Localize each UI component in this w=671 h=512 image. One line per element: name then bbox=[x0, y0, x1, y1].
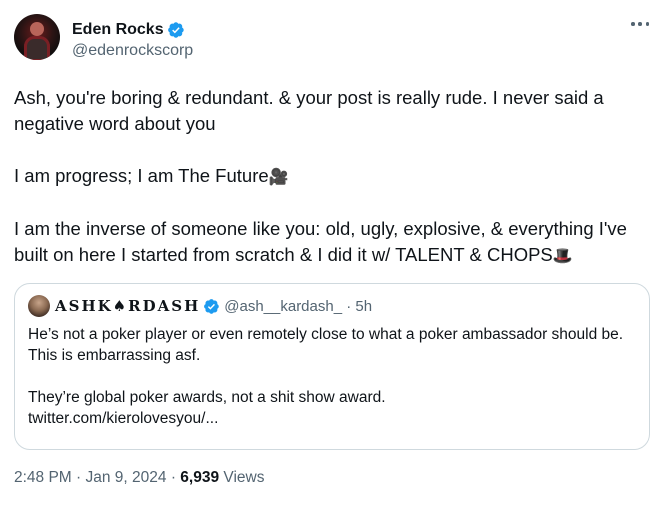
verified-badge-icon bbox=[204, 298, 220, 314]
more-dots-icon[interactable] bbox=[631, 22, 649, 28]
movie-camera-icon: 🎥 bbox=[268, 167, 289, 186]
author-handle[interactable]: @edenrockscorp bbox=[72, 42, 193, 60]
quoted-tweet-header: ASHK♠RDASH @ash__kardash_ · 5h bbox=[28, 295, 636, 317]
tweet-paragraph-3-text: I am the inverse of someone like you: ol… bbox=[14, 218, 627, 265]
tweet-text: Ash, you're boring & redundant. & your p… bbox=[14, 85, 655, 269]
tweet-paragraph-2-text: I am progress; I am The Future bbox=[14, 165, 269, 186]
tweet-paragraph-1: Ash, you're boring & redundant. & your p… bbox=[14, 87, 604, 134]
author-identity: Eden Rocks @edenrockscorp bbox=[72, 19, 193, 60]
quoted-tweet-text: He’s not a poker player or even remotely… bbox=[28, 324, 636, 429]
author-name-row: Eden Rocks bbox=[72, 19, 193, 41]
tweet-paragraph-2: I am progress; I am The Future🎥 bbox=[14, 163, 645, 190]
quoted-tweet[interactable]: ASHK♠RDASH @ash__kardash_ · 5h He’s not … bbox=[14, 283, 650, 450]
views-count: 6,939 bbox=[180, 469, 220, 486]
verified-badge-icon bbox=[167, 22, 184, 38]
dot-icon bbox=[631, 22, 635, 26]
quoted-tweet-link[interactable]: twitter.com/kierolovesyou/... bbox=[28, 408, 636, 429]
author-name[interactable]: Eden Rocks bbox=[72, 21, 164, 39]
tweet-header: Eden Rocks @edenrockscorp bbox=[14, 14, 655, 66]
author-avatar[interactable] bbox=[14, 14, 60, 60]
dot-icon bbox=[638, 22, 642, 26]
tweet-meta: 2:48 PM · Jan 9, 2024 · 6,939 Views bbox=[14, 469, 655, 487]
top-hat-icon: 🎩 bbox=[552, 246, 573, 265]
tweet-paragraph-3: I am the inverse of someone like you: ol… bbox=[14, 216, 645, 269]
quoted-author-handle-time: @ash__kardash_ · 5h bbox=[224, 297, 373, 315]
tweet: Eden Rocks @edenrockscorp Ash, you're bo… bbox=[0, 0, 671, 512]
views-label: Views bbox=[219, 469, 265, 486]
tweet-timestamp[interactable]: 2:48 PM · Jan 9, 2024 · bbox=[14, 469, 180, 486]
dot-icon bbox=[645, 22, 649, 26]
quoted-author-name: ASHK♠RDASH bbox=[55, 297, 201, 315]
quoted-author-avatar bbox=[28, 295, 50, 317]
quoted-paragraph-2: They’re global poker awards, not a shit … bbox=[28, 389, 386, 406]
quoted-paragraph-1: He’s not a poker player or even remotely… bbox=[28, 326, 624, 364]
